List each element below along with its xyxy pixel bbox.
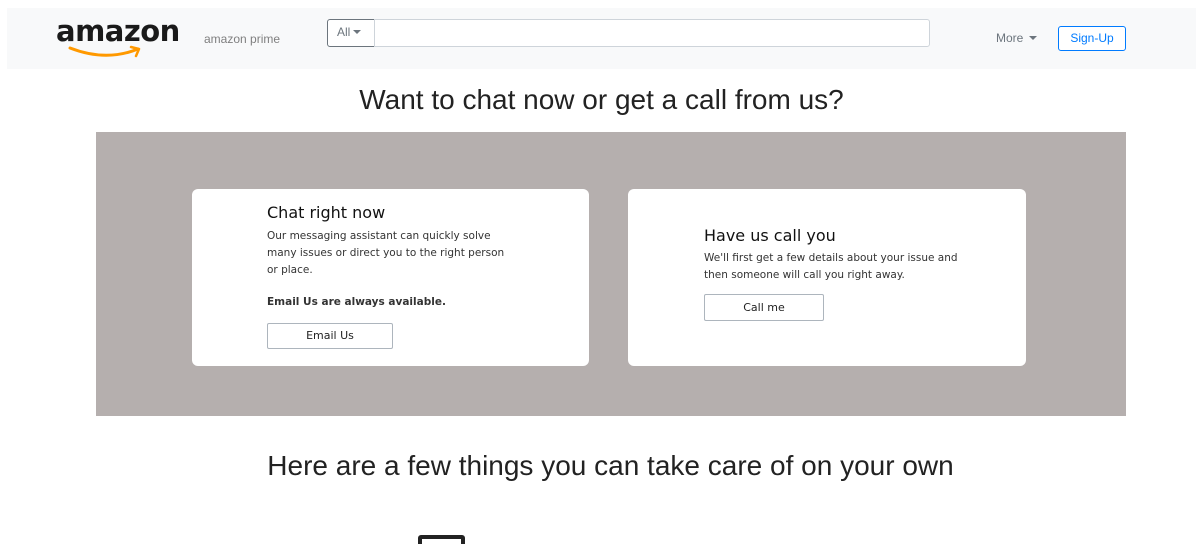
call-card-description: We'll first get a few details about your… <box>704 252 958 281</box>
search-input[interactable] <box>374 19 930 47</box>
email-us-button[interactable]: Email Us <box>267 323 393 349</box>
logo-text: amazon <box>56 14 180 48</box>
call-card: Have us call you We'll first get a few d… <box>628 189 1026 366</box>
call-card-title: Have us call you <box>704 226 836 245</box>
caret-down-icon <box>353 29 362 34</box>
search-category-dropdown[interactable]: All <box>327 19 375 47</box>
top-navbar: amazon amazon prime All More Sign-Up <box>7 8 1196 69</box>
more-label: More <box>996 31 1024 45</box>
more-dropdown[interactable]: More <box>996 31 1038 45</box>
caret-down-icon <box>1029 35 1038 40</box>
box-icon[interactable] <box>418 535 465 544</box>
call-me-button[interactable]: Call me <box>704 294 824 321</box>
search-group: All <box>327 19 930 47</box>
amazon-prime-link[interactable]: amazon prime <box>204 32 280 46</box>
amazon-logo[interactable]: amazon <box>56 14 186 62</box>
chat-card: Chat right now Our messaging assistant c… <box>192 189 589 366</box>
chat-card-title: Chat right now <box>267 203 386 222</box>
contact-heading: Want to chat now or get a call from us? <box>359 84 844 115</box>
contact-options-band: Chat right now Our messaging assistant c… <box>96 132 1126 416</box>
search-category-label: All <box>337 25 351 39</box>
chat-card-note: Email Us are always available. <box>267 296 446 308</box>
self-service-heading: Here are a few things you can take care … <box>267 450 954 481</box>
logo-smile-icon <box>68 45 141 58</box>
signup-button[interactable]: Sign-Up <box>1058 26 1126 51</box>
chat-card-description: Our messaging assistant can quickly solv… <box>267 230 505 276</box>
